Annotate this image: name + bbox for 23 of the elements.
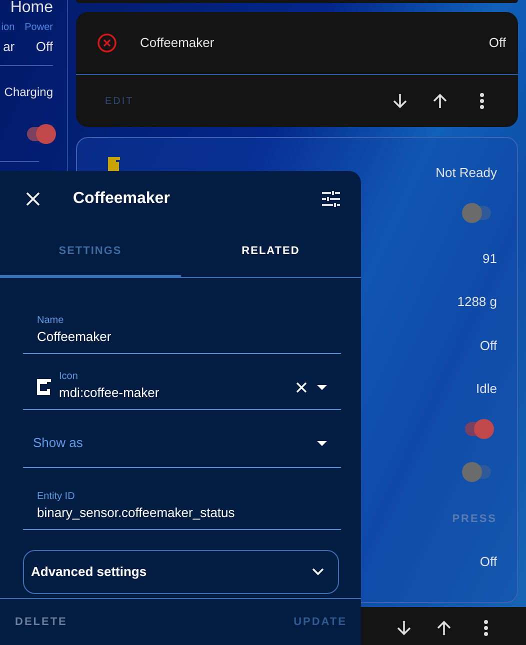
- strip-title: Home: [10, 0, 53, 16]
- tab[interactable]: SETTINGS: [0, 227, 180, 276]
- stat-label: Power: [24, 21, 53, 35]
- advanced-settings-button[interactable]: Advanced settings: [23, 550, 339, 594]
- stat-value: Off: [36, 38, 53, 56]
- tab[interactable]: RELATED: [180, 227, 361, 276]
- delete-button[interactable]: DELETE: [15, 614, 68, 630]
- state-value: 1288 g: [457, 294, 497, 310]
- dialog-title: Coffeemaker: [73, 189, 170, 209]
- input-field[interactable]: Show as: [23, 420, 341, 468]
- state-value: Off: [480, 338, 497, 353]
- stat-label: ion: [1, 21, 15, 35]
- state-value: Off: [480, 554, 497, 569]
- input-field[interactable]: Icon mdi:coffee-maker: [23, 366, 341, 410]
- state-value: Idle: [476, 380, 497, 396]
- input-field[interactable]: Name Coffeemaker: [23, 310, 341, 354]
- charging-label: Charging: [4, 84, 53, 100]
- state-value: Not Ready: [436, 164, 497, 180]
- state-value: 91: [482, 251, 497, 266]
- entity-name: Coffeemaker: [140, 34, 214, 52]
- stat-value: ar: [3, 38, 15, 56]
- input-field[interactable]: Entity ID binary_sensor.coffeemaker_status: [23, 486, 341, 530]
- entity-state: Off: [488, 34, 506, 52]
